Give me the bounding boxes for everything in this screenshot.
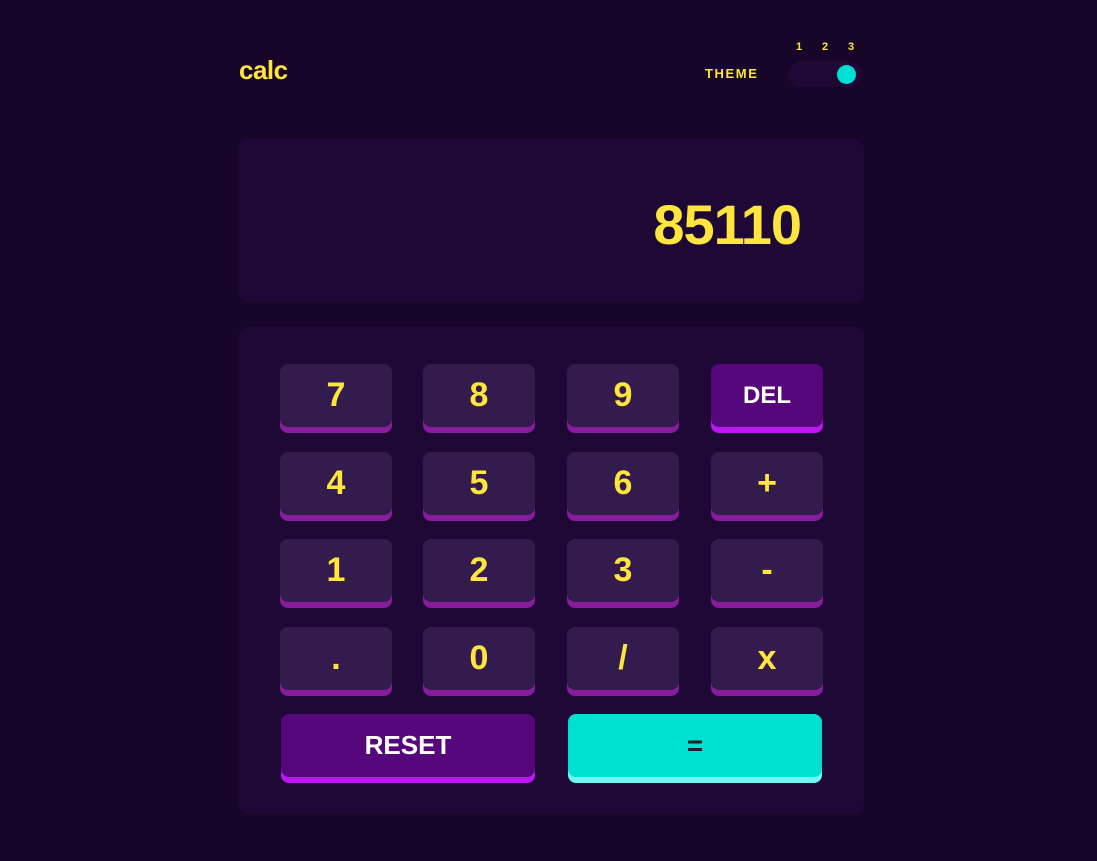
minus-button[interactable]: - — [711, 539, 823, 602]
multiply-button[interactable]: x — [711, 627, 823, 690]
theme-option-3[interactable]: 3 — [844, 41, 858, 53]
reset-button[interactable]: RESET — [281, 714, 535, 777]
theme-label: THEME — [705, 66, 759, 81]
theme-toggle[interactable] — [788, 61, 862, 87]
divide-button[interactable]: / — [567, 627, 679, 690]
theme-option-1[interactable]: 1 — [792, 41, 806, 53]
key-9[interactable]: 9 — [567, 364, 679, 427]
delete-button[interactable]: DEL — [711, 364, 823, 427]
display-screen: 85110 — [239, 139, 864, 302]
app-logo: calc — [239, 55, 288, 85]
header: calc THEME 1 2 3 — [239, 0, 864, 139]
keypad: 7 8 9 DEL 4 5 6 + 1 2 3 - . 0 / x RESET … — [239, 327, 864, 814]
key-8[interactable]: 8 — [423, 364, 535, 427]
key-2[interactable]: 2 — [423, 539, 535, 602]
calculator-app: calc THEME 1 2 3 85110 — [239, 0, 864, 302]
decimal-button[interactable]: . — [280, 627, 392, 690]
theme-toggle-knob[interactable] — [837, 65, 856, 84]
display-value: 85110 — [653, 193, 802, 256]
key-7[interactable]: 7 — [280, 364, 392, 427]
key-3[interactable]: 3 — [567, 539, 679, 602]
key-0[interactable]: 0 — [423, 627, 535, 690]
theme-option-2[interactable]: 2 — [818, 41, 832, 53]
equals-button[interactable]: = — [568, 714, 822, 777]
key-1[interactable]: 1 — [280, 539, 392, 602]
plus-button[interactable]: + — [711, 452, 823, 515]
theme-options: 1 2 3 — [792, 41, 858, 53]
key-6[interactable]: 6 — [567, 452, 679, 515]
key-5[interactable]: 5 — [423, 452, 535, 515]
key-4[interactable]: 4 — [280, 452, 392, 515]
